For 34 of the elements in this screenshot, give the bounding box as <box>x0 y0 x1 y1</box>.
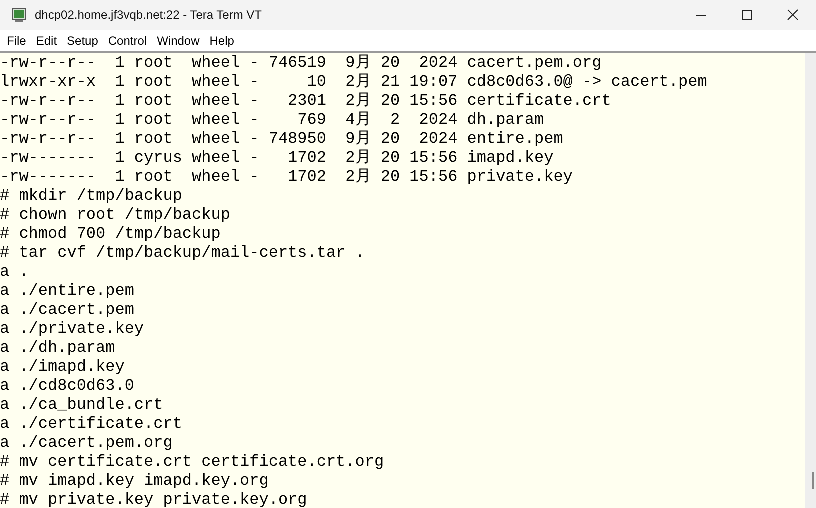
terminal-line: # mv imapd.key imapd.key.org <box>0 472 270 491</box>
scrollbar[interactable] <box>805 53 816 508</box>
scroll-thumb[interactable] <box>812 472 814 489</box>
terminal-line: a ./entire.pem <box>0 282 136 301</box>
terminal-line: -rw-r--r-- 1 root wheel - 769 4月 2 2024 dh.param <box>0 111 546 130</box>
window-title: dhcp02.home.jf3vqb.net:22 - Tera Term VT <box>35 8 264 22</box>
menu-item[interactable]: Setup <box>62 34 104 48</box>
menu-item[interactable]: Window <box>152 34 205 48</box>
terminal-line: # chown root /tmp/backup <box>0 206 232 225</box>
terminal-line: -rw------- 1 cyrus wheel - 1702 2月 20 15:56 imapd.key <box>0 149 555 168</box>
terminal-line: # mv certificate.crt certificate.crt.org <box>0 453 386 472</box>
terminal-line: a ./cacert.pem <box>0 301 136 320</box>
terminal-line: # tar cvf /tmp/backup/mail-certs.tar . <box>0 244 366 263</box>
terminal-line: a ./imapd.key <box>0 358 126 377</box>
terminal-line: lrwxr-xr-x 1 root wheel - 10 2月 21 19:07 cd8c0d63.0@ -> cacert.pem <box>0 73 708 92</box>
terminal-line: a . <box>0 263 30 282</box>
terminal-line: -rw------- 1 root wheel - 1702 2月 20 15:56 private.key <box>0 168 574 187</box>
terminal-line: a ./dh.param <box>0 339 116 358</box>
terminal-line: # mv private.key private.key.org <box>0 491 308 508</box>
terminal-line: -rw-r--r-- 1 root wheel - 2301 2月 20 15:56 certificate.crt <box>0 92 612 111</box>
terminal-line: a ./private.key <box>0 320 146 339</box>
terminal-line: # chmod 700 /tmp/backup <box>0 225 222 244</box>
terminal-line: a ./certificate.crt <box>0 415 184 434</box>
app-icon <box>12 8 26 22</box>
menu-item[interactable]: Help <box>204 34 240 48</box>
terminal-line: -rw-r--r-- 1 root wheel - 748950 9月 20 2024 entire.pem <box>0 130 564 149</box>
terminal-line: -rw-r--r-- 1 root wheel - 746519 9月 20 2024 cacert.pem.org <box>0 54 603 73</box>
terminal-line: # mkdir /tmp/backup <box>0 187 184 206</box>
menu-item[interactable]: File <box>2 34 32 48</box>
menu-item[interactable]: Edit <box>31 34 62 48</box>
menu-item[interactable]: Control <box>103 34 152 48</box>
terminal-line: a ./cd8c0d63.0 <box>0 377 136 396</box>
terminal-line: a ./ca_bundle.crt <box>0 396 164 415</box>
terminal-line: a ./cacert.pem.org <box>0 434 174 453</box>
